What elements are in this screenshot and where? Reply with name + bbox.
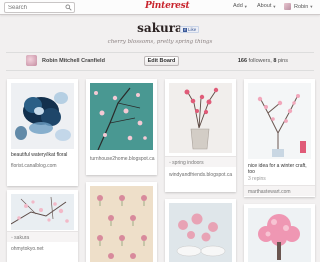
pin-source[interactable]: ohmytokyo.net — [11, 246, 75, 252]
board-owner[interactable]: Robin Mitchell Cranfield — [42, 58, 105, 64]
pink-tree-craft-image — [248, 208, 311, 262]
pins-count: 8 — [273, 58, 277, 64]
pin-image[interactable] — [90, 186, 153, 262]
about-label: About — [257, 3, 272, 9]
search-box[interactable] — [4, 2, 75, 13]
pin-source[interactable]: turnhouse2home.blogspot.ca — [90, 156, 155, 162]
pin-image[interactable] — [169, 83, 232, 153]
user-label: Robin — [294, 3, 309, 10]
pin-caption: sakura — [14, 235, 30, 241]
pin-card[interactable]: turnhouse2home.blogspot.ca — [86, 79, 157, 175]
facebook-like-button[interactable]: f Like — [180, 26, 200, 33]
pin-card[interactable]: ◦ sakura ohmytokyo.net — [7, 190, 78, 262]
pin-via: marthastewart.com — [244, 185, 315, 196]
pin-caption: nice idea for a winter craft, too — [248, 163, 307, 175]
board-title: sakura — [137, 21, 183, 35]
add-label: Add — [233, 3, 243, 9]
vase-with-blossoms-image — [169, 83, 232, 153]
pin-source[interactable]: marthastewart.com — [248, 189, 291, 195]
pin-source[interactable]: windyandfriends.blogspot.ca — [169, 172, 233, 178]
pin-source[interactable]: florist.canalblog.com — [11, 163, 75, 169]
followers-count[interactable]: 166 — [238, 58, 247, 64]
pin-image[interactable] — [11, 83, 74, 149]
pin-repins[interactable]: 3 repins — [248, 176, 312, 182]
user-avatar — [284, 3, 291, 10]
watercolor-floral-image — [11, 83, 74, 149]
search-icon[interactable] — [65, 4, 72, 11]
pin-image[interactable] — [248, 83, 311, 159]
board-stats: 166 followers, 8 pins — [238, 58, 288, 64]
like-label: Like — [188, 27, 197, 32]
owner-avatar[interactable] — [26, 55, 37, 66]
user-menu[interactable]: Robin ▼ — [284, 3, 313, 10]
pin-card[interactable] — [86, 182, 157, 262]
top-bar: Pinterest Add ▼ About ▼ Robin ▼ — [0, 0, 320, 15]
embroidered-fabric-image — [90, 186, 153, 262]
chevron-down-icon: ▼ — [272, 3, 277, 9]
pin-card[interactable] — [244, 204, 315, 262]
pin-image[interactable] — [248, 208, 311, 262]
paper-blossom-branch-image — [248, 83, 311, 159]
board-description: cherry blossoms, pretty spring things — [107, 39, 213, 45]
pin-via: ◦ spring indoors — [165, 156, 236, 167]
pinterest-logo[interactable]: Pinterest — [145, 1, 190, 11]
followers-label: followers, — [248, 58, 272, 64]
pin-via: ◦ sakura — [7, 231, 78, 242]
pin-caption: spring indoors — [172, 160, 204, 166]
pins-label: pins — [277, 58, 288, 64]
cherry-branches-image — [11, 194, 74, 230]
pin-image[interactable] — [11, 194, 74, 230]
pin-card[interactable]: ◦ spring indoors windyandfriends.blogspo… — [165, 79, 236, 192]
pin-card[interactable]: beautiful watery/ikat floral florist.can… — [7, 79, 78, 186]
pin-card[interactable]: nice idea for a winter craft, too 3 repi… — [244, 79, 315, 197]
search-input[interactable] — [8, 3, 63, 12]
chevron-down-icon: ▼ — [309, 4, 314, 9]
pink-flower-bowls-image — [169, 203, 232, 262]
about-menu[interactable]: About ▼ — [257, 3, 276, 9]
pin-caption: beautiful watery/ikat floral — [11, 152, 68, 158]
pin-image[interactable] — [90, 83, 153, 150]
facebook-icon: f — [183, 27, 187, 32]
add-menu[interactable]: Add ▼ — [233, 3, 248, 9]
teal-blossom-painting-image — [90, 83, 153, 150]
pin-image[interactable] — [169, 203, 232, 262]
chevron-down-icon: ▼ — [243, 3, 248, 9]
edit-board-button[interactable]: Edit Board — [144, 56, 179, 66]
pin-card[interactable] — [165, 199, 236, 262]
